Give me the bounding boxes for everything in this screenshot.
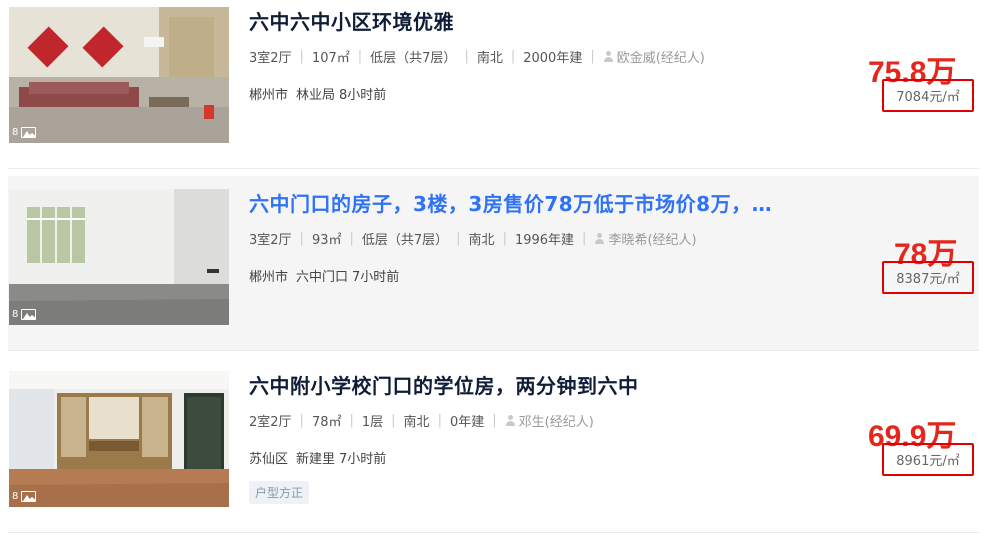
post-time: 7小时前 bbox=[352, 270, 400, 285]
orientation: 南北 bbox=[476, 51, 503, 66]
divider bbox=[8, 532, 979, 533]
listing-attributes: 3室2厅 | 107㎡ | 低层（共7层） | 南北 | 2000年建 | 欧金威(经纪人… bbox=[249, 47, 705, 66]
feature-tag: 户型方正 bbox=[249, 481, 310, 504]
orientation: 南北 bbox=[468, 233, 495, 248]
agent[interactable]: 邓生(经纪人) bbox=[505, 411, 594, 430]
divider bbox=[8, 168, 979, 169]
agent[interactable]: 欧金威(经纪人) bbox=[603, 47, 705, 66]
post-time: 7小时前 bbox=[339, 452, 387, 467]
photo-count: 8 bbox=[12, 491, 37, 502]
build-year: 2000年建 bbox=[523, 51, 583, 66]
photo-count-number: 8 bbox=[12, 127, 19, 138]
floor: 1层 bbox=[361, 415, 384, 430]
listing-list: 8 六中六中小区环境优雅 3室2厅 | 107㎡ | 低层（共7层） | 南北 | 20… bbox=[0, 0, 1005, 545]
unit-price: 8961元/㎡ bbox=[882, 443, 974, 476]
listing-title[interactable]: 六中附小学校门口的学位房，两分钟到六中 bbox=[249, 370, 789, 399]
photo-count-number: 8 bbox=[12, 491, 19, 502]
photo-count-number: 8 bbox=[12, 309, 19, 320]
person-icon bbox=[505, 415, 516, 426]
agent-name: 李晓希(经纪人) bbox=[608, 233, 697, 248]
agent[interactable]: 李晓希(经纪人) bbox=[594, 229, 697, 248]
area: 107㎡ bbox=[311, 51, 350, 66]
city[interactable]: 郴州市 bbox=[249, 88, 288, 103]
listing-card[interactable]: 8 六中附小学校门口的学位房，两分钟到六中 2室2厅 | 78㎡ | 1层 | 南北 |… bbox=[8, 358, 979, 532]
listing-card[interactable]: 8 六中门口的房子，3楼，3房售价78万低于市场价8万，钥… 3室2厅 | 93㎡… bbox=[8, 176, 979, 350]
build-year: 1996年建 bbox=[514, 233, 575, 248]
layout: 3室2厅 bbox=[249, 51, 292, 66]
agent-name: 邓生(经纪人) bbox=[518, 415, 594, 430]
photo-icon bbox=[21, 309, 37, 320]
photo-icon bbox=[21, 127, 37, 138]
person-icon bbox=[603, 51, 614, 62]
orientation: 南北 bbox=[403, 415, 430, 430]
listing-location: 郴州市 六中门口 7小时前 bbox=[249, 266, 407, 285]
listing-location: 苏仙区 新建里 7小时前 bbox=[249, 448, 394, 467]
listing-thumbnail[interactable]: 8 bbox=[9, 371, 229, 507]
city[interactable]: 郴州市 bbox=[249, 270, 288, 285]
listing-thumbnail[interactable]: 8 bbox=[9, 189, 229, 325]
floor: 低层（共7层） bbox=[361, 233, 449, 248]
community[interactable]: 林业局 bbox=[296, 88, 335, 103]
city[interactable]: 苏仙区 bbox=[249, 452, 288, 467]
layout: 2室2厅 bbox=[249, 415, 292, 430]
unit-price: 7084元/㎡ bbox=[882, 79, 974, 112]
listing-location: 郴州市 林业局 8小时前 bbox=[249, 84, 394, 103]
unit-price: 8387元/㎡ bbox=[882, 261, 974, 294]
listing-attributes: 3室2厅 | 93㎡ | 低层（共7层） | 南北 | 1996年建 | 李晓希(经纪人) bbox=[249, 229, 697, 248]
area: 93㎡ bbox=[311, 233, 342, 248]
build-year: 0年建 bbox=[449, 415, 485, 430]
community[interactable]: 新建里 bbox=[296, 452, 335, 467]
person-icon bbox=[594, 233, 605, 244]
divider bbox=[8, 350, 979, 351]
photo-count: 8 bbox=[12, 309, 37, 320]
layout: 3室2厅 bbox=[249, 233, 292, 248]
post-time: 8小时前 bbox=[339, 88, 387, 103]
community[interactable]: 六中门口 bbox=[296, 270, 348, 285]
listing-card[interactable]: 8 六中六中小区环境优雅 3室2厅 | 107㎡ | 低层（共7层） | 南北 | 20… bbox=[8, 0, 979, 174]
photo-icon bbox=[21, 491, 37, 502]
photo-count: 8 bbox=[12, 127, 37, 138]
listing-title[interactable]: 六中门口的房子，3楼，3房售价78万低于市场价8万，钥… bbox=[249, 188, 789, 217]
listing-thumbnail[interactable]: 8 bbox=[9, 7, 229, 143]
floor: 低层（共7层） bbox=[370, 51, 457, 66]
area: 78㎡ bbox=[311, 415, 342, 430]
listing-attributes: 2室2厅 | 78㎡ | 1层 | 南北 | 0年建 | 邓生(经纪人) bbox=[249, 411, 594, 430]
agent-name: 欧金威(经纪人) bbox=[616, 51, 705, 66]
listing-title[interactable]: 六中六中小区环境优雅 bbox=[249, 6, 789, 35]
